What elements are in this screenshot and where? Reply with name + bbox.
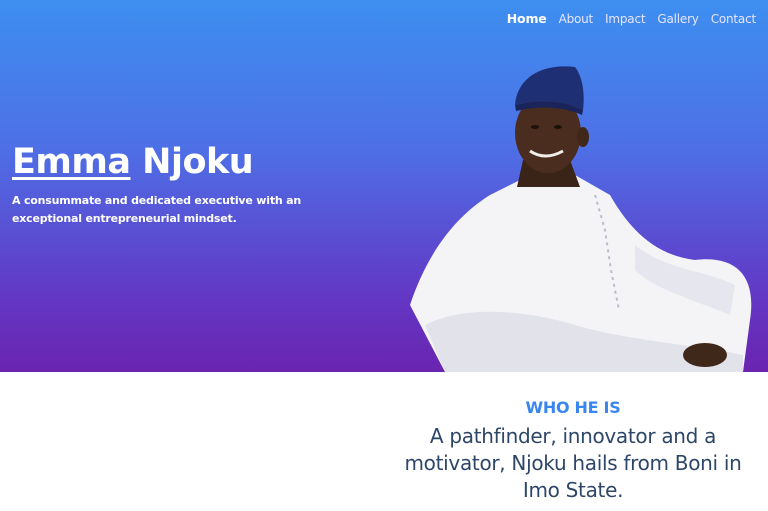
main-nav: Home About Impact Gallery Contact	[507, 11, 756, 26]
hero-last-name: Njoku	[142, 142, 254, 182]
nav-gallery-link[interactable]: Gallery	[657, 12, 699, 26]
nav-impact-link[interactable]: Impact	[605, 12, 646, 26]
hero-section: Home About Impact Gallery Contact Emma N…	[0, 0, 768, 372]
hero-title: Emma Njoku	[12, 142, 254, 182]
eye-right	[554, 125, 562, 129]
hand-shape	[683, 343, 727, 367]
who-he-is-section: WHO HE IS A pathfinder, innovator and a …	[390, 398, 756, 504]
portrait-image	[410, 66, 752, 372]
nav-contact-link[interactable]: Contact	[711, 12, 756, 26]
nav-about-link[interactable]: About	[559, 12, 594, 26]
nav-home-link[interactable]: Home	[507, 11, 547, 26]
eye-left	[531, 125, 539, 129]
section-eyebrow: WHO HE IS	[525, 398, 621, 417]
hero-first-name: Emma	[12, 142, 131, 182]
ear-shape	[577, 127, 589, 147]
hero-tagline: A consummate and dedicated executive wit…	[12, 194, 301, 225]
section-lead: A pathfinder, innovator and a motivator,…	[404, 424, 742, 502]
